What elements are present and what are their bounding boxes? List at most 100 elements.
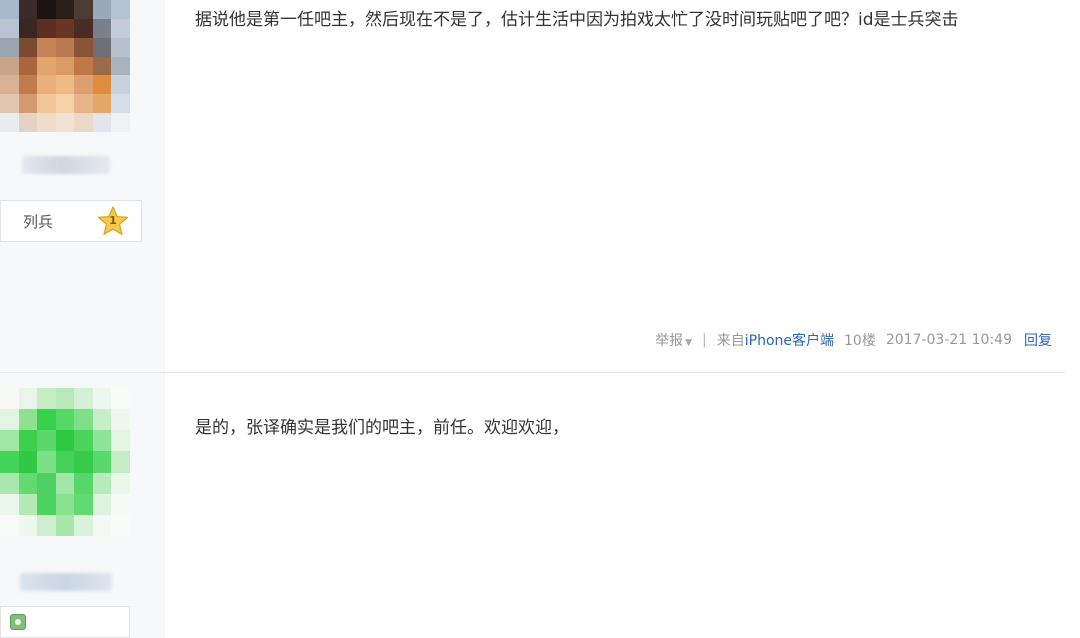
avatar-mosaic-cell	[74, 388, 93, 410]
avatar-mosaic-cell	[37, 113, 56, 132]
avatar-mosaic-cell	[55, 75, 75, 95]
avatar[interactable]	[0, 388, 130, 536]
avatar-mosaic-cell	[0, 388, 19, 410]
avatar-mosaic-cell	[55, 472, 75, 494]
avatar-mosaic-cell	[74, 493, 93, 515]
avatar-mosaic-cell	[74, 56, 93, 76]
avatar-mosaic-cell	[92, 113, 112, 132]
avatar-mosaic-cell	[111, 37, 130, 57]
avatar-mosaic-cell	[74, 75, 93, 95]
post-content: 据说他是第一任吧主，然后现在不是了，估计生活中因为拍戏太忙了没时间玩贴吧了吧？i…	[195, 10, 959, 30]
user-badge[interactable]	[0, 606, 130, 638]
avatar-mosaic-cell	[0, 409, 19, 431]
avatar-mosaic-cell	[37, 37, 56, 57]
caret-down-icon: ▼	[685, 338, 693, 348]
avatar-mosaic-cell	[74, 37, 93, 57]
avatar-mosaic-cell	[74, 409, 93, 431]
avatar-mosaic-cell	[92, 451, 112, 473]
badge-icon	[10, 614, 26, 630]
avatar[interactable]	[0, 0, 130, 132]
avatar-mosaic-cell	[74, 430, 93, 452]
username-blurred[interactable]	[20, 573, 112, 591]
avatar-mosaic-cell	[55, 18, 75, 38]
from-label: 来自	[716, 333, 745, 349]
avatar-mosaic-cell	[55, 56, 75, 76]
avatar-mosaic-cell	[37, 493, 56, 515]
avatar-mosaic-cell	[111, 493, 130, 515]
avatar-mosaic-cell	[0, 451, 19, 473]
post-divider	[0, 372, 1065, 373]
avatar-mosaic-cell	[55, 409, 75, 431]
user-level-badge[interactable]: 列兵 1	[0, 200, 142, 242]
avatar-mosaic-cell	[92, 409, 112, 431]
avatar-mosaic-cell	[111, 388, 130, 410]
avatar-mosaic-cell	[111, 18, 130, 38]
post-content: 是的，张译确实是我们的吧主，前任。欢迎欢迎，	[195, 418, 569, 438]
avatar-mosaic-cell	[74, 514, 93, 536]
avatar-mosaic-cell	[18, 37, 38, 57]
avatar-mosaic-cell	[37, 451, 56, 473]
avatar-mosaic-cell	[55, 94, 75, 114]
avatar-mosaic-cell	[92, 472, 112, 494]
avatar-mosaic-cell	[18, 56, 38, 76]
avatar-mosaic-cell	[18, 388, 38, 410]
avatar-mosaic-cell	[92, 18, 112, 38]
avatar-mosaic-cell	[111, 451, 130, 473]
avatar-mosaic-cell	[111, 430, 130, 452]
avatar-mosaic-cell	[92, 514, 112, 536]
avatar-mosaic-cell	[111, 514, 130, 536]
avatar-mosaic-cell	[55, 113, 75, 132]
avatar-mosaic-cell	[18, 18, 38, 38]
avatar-mosaic-cell	[37, 472, 56, 494]
client-link[interactable]: iPhone客户端	[745, 333, 834, 349]
avatar-mosaic-cell	[55, 37, 75, 57]
avatar-mosaic-cell	[0, 18, 19, 38]
avatar-mosaic-cell	[0, 514, 19, 536]
reply-button[interactable]: 回复	[1024, 330, 1052, 350]
avatar-mosaic-cell	[0, 56, 19, 76]
avatar-mosaic-cell	[0, 113, 19, 132]
avatar-mosaic-cell	[37, 514, 56, 536]
avatar-mosaic-cell	[92, 430, 112, 452]
avatar-mosaic-cell	[37, 409, 56, 431]
avatar-mosaic-cell	[18, 94, 38, 114]
avatar-mosaic-cell	[37, 94, 56, 114]
avatar-mosaic-cell	[74, 94, 93, 114]
avatar-mosaic-cell	[37, 18, 56, 38]
avatar-mosaic-cell	[92, 37, 112, 57]
avatar-mosaic-cell	[0, 430, 19, 452]
report-link[interactable]: 举报 ▼	[655, 330, 692, 350]
avatar-mosaic-cell	[55, 514, 75, 536]
avatar-mosaic-cell	[92, 75, 112, 95]
avatar-mosaic-cell	[0, 472, 19, 494]
post-time: 2017-03-21 10:49	[885, 332, 1012, 348]
avatar-mosaic-cell	[55, 451, 75, 473]
avatar-mosaic-cell	[74, 0, 93, 19]
avatar-mosaic-cell	[55, 0, 75, 19]
avatar-mosaic-cell	[92, 56, 112, 76]
avatar-mosaic-cell	[74, 472, 93, 494]
client-source: 来自iPhone客户端	[717, 330, 834, 350]
avatar-mosaic-cell	[111, 94, 130, 114]
avatar-mosaic-cell	[111, 472, 130, 494]
avatar-mosaic-cell	[55, 388, 75, 410]
avatar-mosaic-cell	[74, 113, 93, 132]
avatar-mosaic-cell	[55, 430, 75, 452]
avatar-mosaic-cell	[37, 75, 56, 95]
avatar-mosaic-cell	[0, 75, 19, 95]
avatar-mosaic-cell	[111, 113, 130, 132]
avatar-mosaic-cell	[37, 388, 56, 410]
avatar-mosaic-cell	[111, 409, 130, 431]
separator: |	[702, 332, 707, 348]
avatar-mosaic-cell	[18, 451, 38, 473]
avatar-mosaic-cell	[18, 409, 38, 431]
avatar-mosaic-cell	[74, 18, 93, 38]
post-tail-bar: 举报 ▼ | 来自iPhone客户端 10楼 2017-03-21 10:49 回…	[655, 330, 1052, 350]
avatar-mosaic-cell	[111, 56, 130, 76]
username-blurred[interactable]	[22, 156, 110, 174]
avatar-mosaic-cell	[92, 493, 112, 515]
avatar-mosaic-cell	[18, 75, 38, 95]
avatar-mosaic-cell	[74, 451, 93, 473]
avatar-mosaic-cell	[18, 0, 38, 19]
avatar-mosaic-cell	[37, 56, 56, 76]
